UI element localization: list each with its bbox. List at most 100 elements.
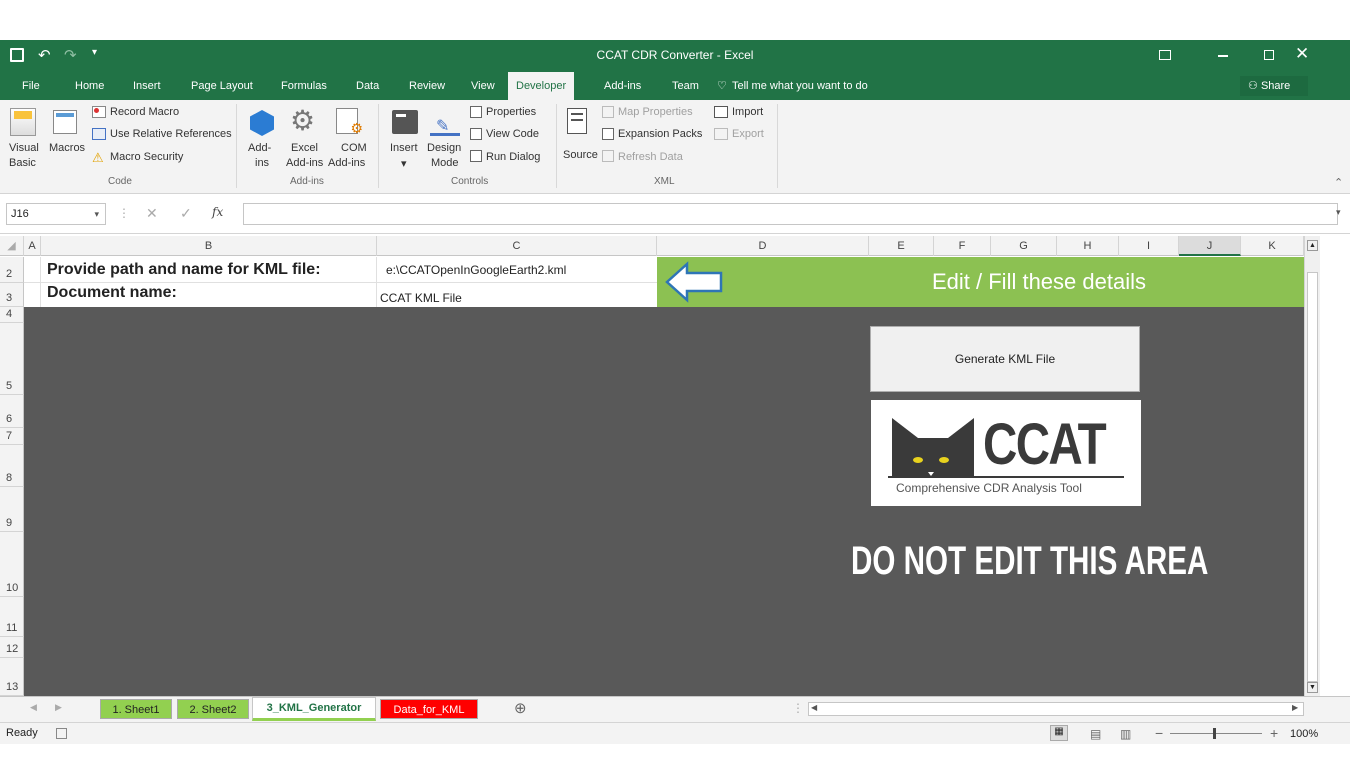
share-button[interactable]: ⚇ Share [1240, 76, 1308, 96]
prev-sheet-icon[interactable]: ◀ [30, 702, 37, 713]
close-icon[interactable]: ✕ [1295, 44, 1309, 64]
tab-page-layout[interactable]: Page Layout [191, 72, 253, 100]
refresh-data-button[interactable]: Refresh Data [618, 151, 683, 163]
ribbon-display-icon[interactable] [1159, 50, 1171, 60]
row-header-6[interactable]: 6 [0, 395, 24, 428]
formula-input[interactable] [243, 203, 1338, 225]
insert-function-icon[interactable]: fx [212, 205, 223, 219]
select-all-corner[interactable]: ◢ [0, 236, 24, 256]
column-header-c[interactable]: C [377, 236, 657, 256]
visual-basic-label-1[interactable]: Visual [9, 142, 39, 154]
new-sheet-icon[interactable]: ⊕ [514, 699, 527, 717]
column-header-d[interactable]: D [657, 236, 869, 256]
save-icon[interactable] [10, 48, 24, 62]
excel-addins-label-1[interactable]: Excel [291, 142, 318, 154]
com-addins-icon[interactable]: ⚙ [336, 108, 363, 136]
expand-formula-bar-icon[interactable]: ▾ [1336, 207, 1341, 218]
tab-review[interactable]: Review [409, 72, 445, 100]
excel-addins-label-2[interactable]: Add-ins [286, 157, 323, 169]
normal-view-icon[interactable]: ▦ [1050, 725, 1068, 741]
addins-label-2[interactable]: ins [255, 157, 269, 169]
cell-c2[interactable]: e:\CCATOpenInGoogleEarth2.kml [377, 257, 657, 283]
view-code-button[interactable]: View Code [486, 128, 539, 140]
xml-source-icon[interactable] [567, 108, 587, 134]
row-header-3[interactable]: 3 [0, 283, 24, 307]
com-addins-label-2[interactable]: Add-ins [328, 157, 365, 169]
design-mode-label-1[interactable]: Design [427, 142, 461, 154]
zoom-slider[interactable] [1170, 733, 1262, 734]
relative-references-button[interactable]: Use Relative References [110, 128, 232, 140]
visual-basic-icon[interactable] [10, 108, 36, 136]
page-break-view-icon[interactable]: ▥ [1120, 727, 1131, 741]
macro-security-button[interactable]: Macro Security [110, 151, 183, 163]
column-header-a[interactable]: A [24, 236, 41, 256]
row-header-9[interactable]: 9 [0, 487, 24, 532]
tell-me-box[interactable]: Tell me what you want to do [732, 72, 868, 100]
cancel-entry-icon[interactable]: ✕ [146, 205, 158, 222]
tab-home[interactable]: Home [75, 72, 104, 100]
redo-icon[interactable]: ↷ [64, 46, 77, 64]
column-header-f[interactable]: F [934, 236, 991, 256]
insert-controls-label[interactable]: Insert [390, 142, 418, 154]
macros-label[interactable]: Macros [49, 142, 85, 154]
cell-c3[interactable]: CCAT KML File [377, 283, 657, 307]
excel-addins-gear-icon[interactable]: ⚙ [290, 104, 315, 137]
tab-view[interactable]: View [471, 72, 495, 100]
sheet-tab-3[interactable]: 3_KML_Generator [252, 697, 376, 721]
row-header-2[interactable]: 2 [0, 257, 24, 283]
customize-qat-icon[interactable]: ▾ [92, 47, 97, 58]
zoom-in-button[interactable]: + [1270, 725, 1278, 741]
collapse-ribbon-icon[interactable]: ⌃ [1334, 176, 1343, 189]
insert-dropdown-icon[interactable]: ▾ [401, 157, 407, 170]
insert-controls-icon[interactable] [392, 110, 418, 134]
export-button[interactable]: Export [732, 128, 764, 140]
confirm-entry-icon[interactable]: ✓ [180, 205, 192, 222]
tab-data[interactable]: Data [356, 72, 379, 100]
design-mode-icon[interactable]: ✎ [430, 108, 460, 136]
cell-a2[interactable] [24, 257, 41, 283]
properties-button[interactable]: Properties [486, 106, 536, 118]
com-addins-label-1[interactable]: COM [341, 142, 367, 154]
scroll-thumb[interactable] [1307, 272, 1318, 682]
column-header-b[interactable]: B [41, 236, 377, 256]
tab-formulas[interactable]: Formulas [281, 72, 327, 100]
macros-icon[interactable] [53, 110, 77, 134]
tab-developer[interactable]: Developer [508, 72, 575, 100]
row-header-4[interactable]: 4 [0, 307, 24, 323]
name-box-dropdown-icon[interactable]: ▾ [94, 204, 99, 224]
column-header-i[interactable]: I [1119, 236, 1179, 256]
zoom-out-button[interactable]: − [1155, 725, 1163, 741]
undo-icon[interactable]: ↶ [38, 46, 51, 64]
scroll-down-icon[interactable]: ▼ [1307, 682, 1318, 693]
scroll-left-icon[interactable]: ◀ [811, 703, 817, 712]
sheet-tab-1[interactable]: 1. Sheet1 [100, 699, 172, 719]
page-layout-view-icon[interactable]: ▤ [1090, 727, 1101, 741]
tab-insert[interactable]: Insert [133, 72, 161, 100]
addins-label-1[interactable]: Add- [248, 142, 271, 154]
tab-file[interactable]: File [22, 72, 40, 100]
run-dialog-button[interactable]: Run Dialog [486, 151, 540, 163]
restore-icon[interactable] [1264, 50, 1274, 60]
cell-b2[interactable]: Provide path and name for KML file: [41, 257, 377, 283]
column-header-g[interactable]: G [991, 236, 1057, 256]
record-macro-button[interactable]: Record Macro [110, 106, 179, 118]
zoom-slider-thumb[interactable] [1213, 728, 1216, 739]
macro-recording-icon[interactable] [56, 728, 67, 739]
generate-kml-button[interactable]: Generate KML File [870, 326, 1140, 392]
sheet-tab-4[interactable]: Data_for_KML [380, 699, 478, 719]
cell-b3[interactable]: Document name: [41, 283, 377, 307]
column-header-j[interactable]: J [1179, 236, 1241, 256]
tab-add-ins[interactable]: Add-ins [604, 72, 641, 100]
source-label[interactable]: Source [563, 149, 598, 161]
row-header-13[interactable]: 13 [0, 658, 24, 696]
design-mode-label-2[interactable]: Mode [431, 157, 459, 169]
scroll-right-icon[interactable]: ▶ [1292, 703, 1298, 712]
zoom-level[interactable]: 100% [1290, 728, 1318, 740]
cell-a3[interactable] [24, 283, 41, 307]
row-header-10[interactable]: 10 [0, 532, 24, 597]
row-header-11[interactable]: 11 [0, 597, 24, 637]
import-button[interactable]: Import [732, 106, 763, 118]
map-properties-button[interactable]: Map Properties [618, 106, 693, 118]
visual-basic-label-2[interactable]: Basic [9, 157, 36, 169]
store-addins-icon[interactable] [250, 110, 274, 136]
